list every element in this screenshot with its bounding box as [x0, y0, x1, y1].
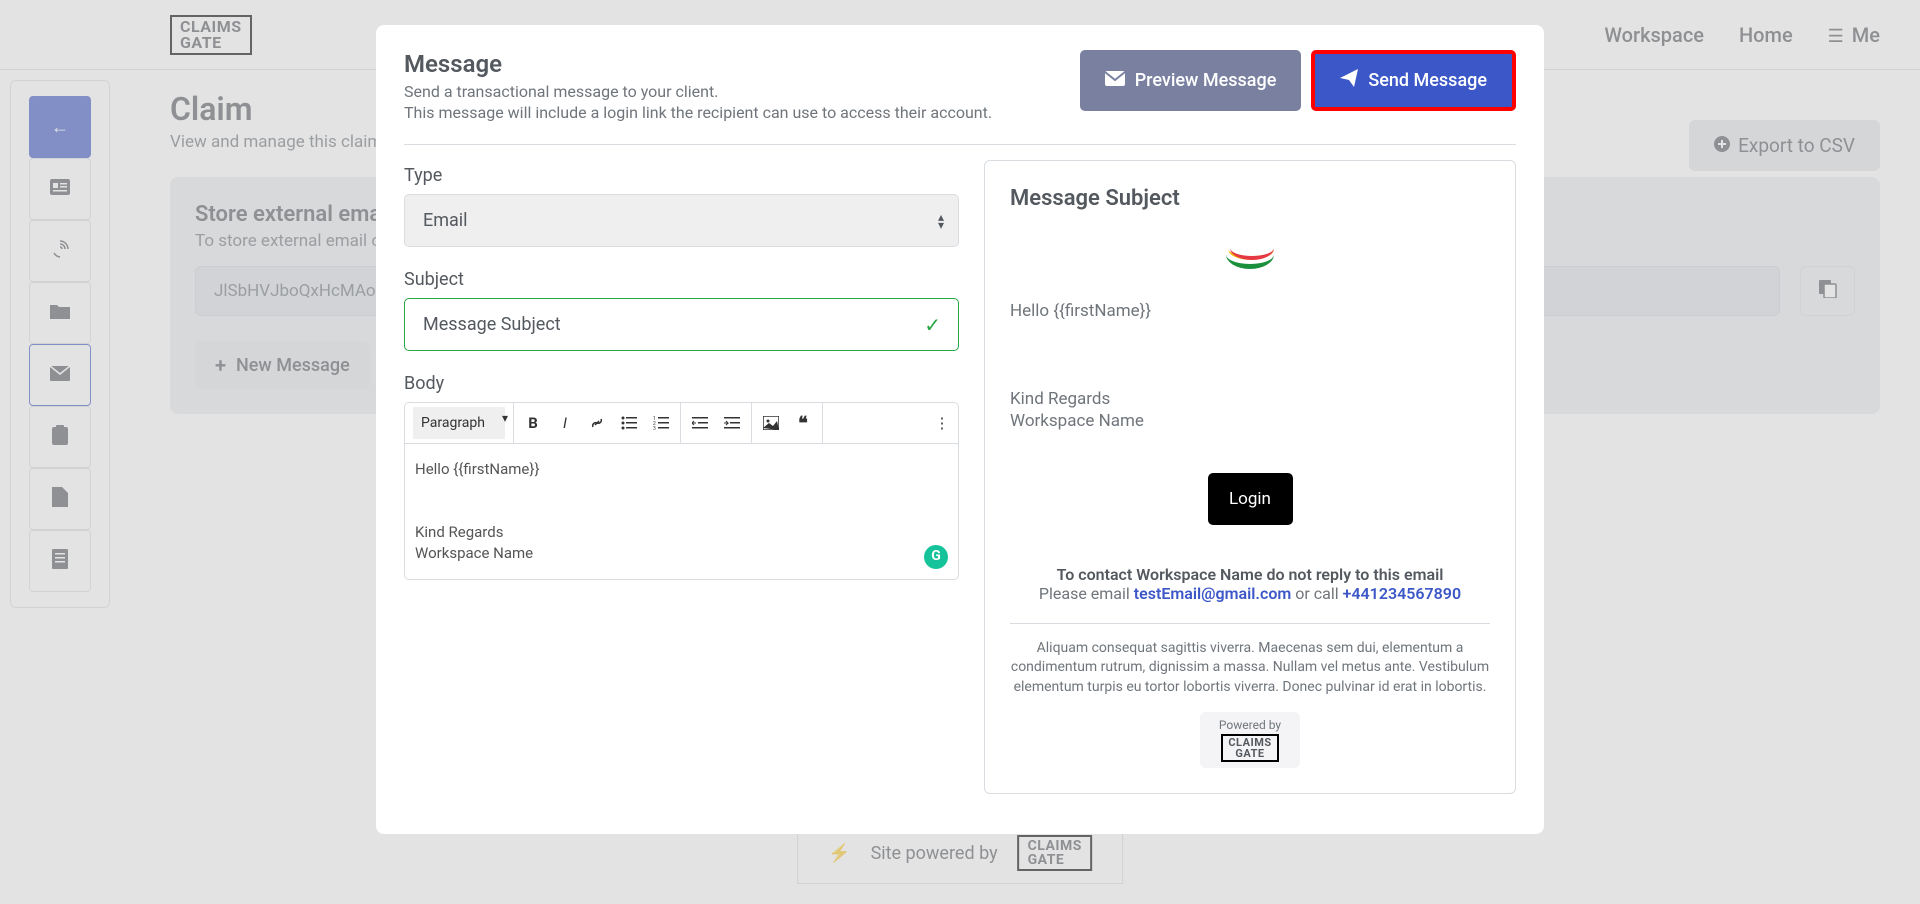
modal-title: Message [404, 50, 992, 78]
preview-contact: To contact Workspace Name do not reply t… [1010, 565, 1490, 624]
outdent-button[interactable] [689, 412, 711, 434]
svg-text:3: 3 [653, 426, 656, 430]
italic-button[interactable]: I [554, 412, 576, 434]
body-line-2: Kind Regards [415, 522, 948, 543]
subject-label: Subject [404, 269, 959, 290]
body-line-1: Hello {{firstName}} [415, 459, 948, 480]
numbered-list-button[interactable]: 123 [650, 412, 672, 434]
preview-body: Hello {{firstName}} Kind Regards Workspa… [1010, 300, 1490, 433]
type-select[interactable]: Email [404, 194, 959, 247]
modal-subtitle-1: Send a transactional message to your cli… [404, 82, 992, 101]
preview-email-link[interactable]: testEmail@gmail.com [1134, 584, 1292, 603]
modal-subtitle-2: This message will include a login link t… [404, 103, 992, 122]
preview-logo [1010, 236, 1490, 270]
preview-login-button[interactable]: Login [1208, 473, 1293, 525]
check-icon: ✓ [924, 313, 941, 337]
editor-content[interactable]: Hello {{firstName}} Kind Regards Workspa… [405, 444, 958, 579]
preview-message-label: Preview Message [1135, 70, 1277, 91]
body-label: Body [404, 373, 959, 394]
type-label: Type [404, 165, 959, 186]
preview-sign-2: Workspace Name [1010, 410, 1490, 432]
envelope-icon [1105, 70, 1125, 91]
preview-greeting: Hello {{firstName}} [1010, 300, 1490, 322]
modal-actions: Preview Message Send Message [1080, 50, 1516, 111]
modal-header: Message Send a transactional message to … [404, 50, 1516, 145]
preview-contact-bold: To contact Workspace Name do not reply t… [1057, 565, 1444, 584]
bold-button[interactable]: B [522, 412, 544, 434]
swoosh-icon [1226, 236, 1274, 266]
body-line-3: Workspace Name [415, 543, 948, 564]
message-modal: Message Send a transactional message to … [376, 25, 1544, 834]
modal-form: Type Email ▴▾ Subject ✓ Body Paragraph [404, 160, 959, 794]
preview-legal: Aliquam consequat sagittis viverra. Maec… [1010, 624, 1490, 713]
preview-logo-box: CLAIMS GATE [1221, 734, 1278, 762]
paper-plane-icon [1340, 69, 1358, 92]
preview-sign-1: Kind Regards [1010, 388, 1490, 410]
subject-input[interactable] [404, 298, 959, 351]
preview-subject: Message Subject [1010, 186, 1490, 211]
image-button[interactable] [760, 412, 782, 434]
link-button[interactable] [586, 412, 608, 434]
send-message-label: Send Message [1368, 70, 1487, 91]
modal-body: Type Email ▴▾ Subject ✓ Body Paragraph [404, 160, 1516, 794]
send-message-button[interactable]: Send Message [1311, 50, 1516, 111]
message-preview: Message Subject Hello {{firstName}} Kind… [984, 160, 1516, 794]
body-editor: Paragraph B I 123 [404, 402, 959, 580]
indent-button[interactable] [721, 412, 743, 434]
preview-message-button[interactable]: Preview Message [1080, 50, 1302, 111]
preview-or-call: or call [1291, 584, 1342, 603]
bullet-list-button[interactable] [618, 412, 640, 434]
preview-phone-link[interactable]: +441234567890 [1343, 584, 1461, 603]
paragraph-select[interactable]: Paragraph [413, 407, 505, 439]
grammarly-icon[interactable]: G [924, 545, 948, 569]
select-arrows-icon: ▴▾ [938, 213, 944, 229]
editor-toolbar: Paragraph B I 123 [405, 403, 958, 444]
quote-button[interactable]: ❝ [792, 412, 814, 434]
preview-powered-by: Powered by [1208, 718, 1292, 732]
preview-powered-badge: Powered by CLAIMS GATE [1200, 712, 1300, 768]
more-button[interactable]: ⋮ [936, 412, 958, 434]
preview-please-email: Please email [1039, 584, 1134, 603]
